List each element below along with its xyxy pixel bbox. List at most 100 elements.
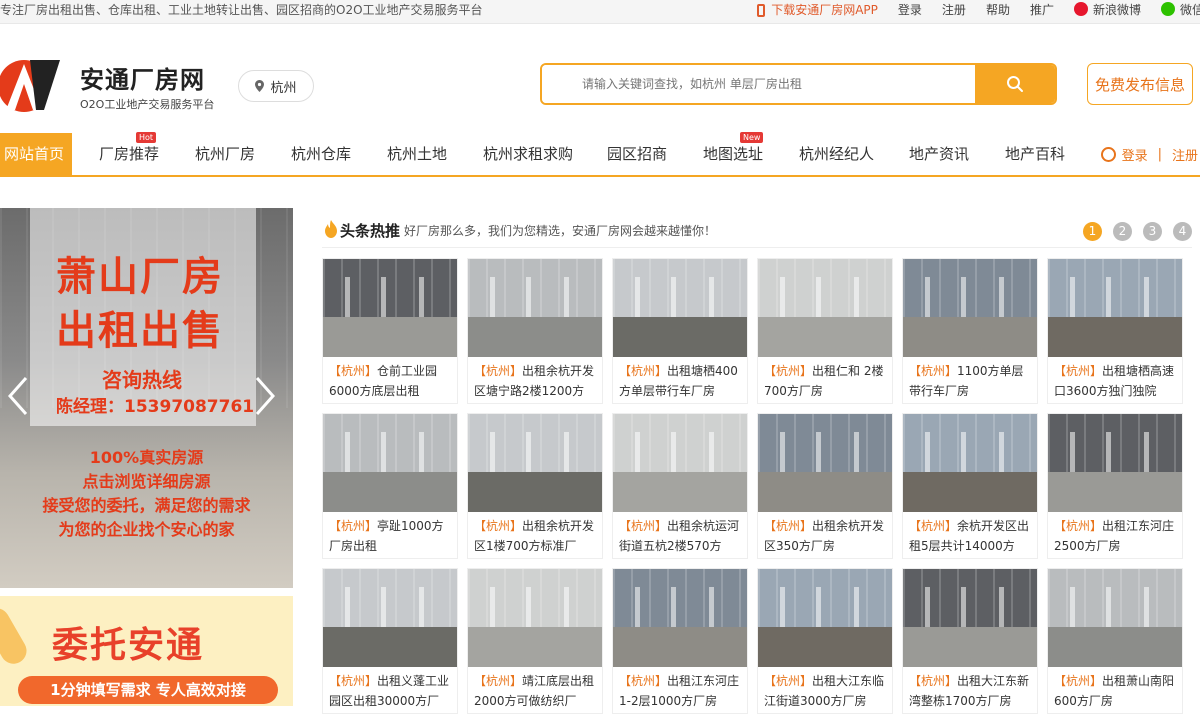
promote-link[interactable]: 推广 [1030, 0, 1054, 20]
listing-photo[interactable] [613, 259, 747, 357]
nav-register-link[interactable]: 注册 [1172, 145, 1198, 164]
listing-photo[interactable] [1048, 414, 1182, 512]
banner-prev-icon[interactable] [6, 376, 30, 416]
listing-title[interactable]: 【杭州】仓前工业园6000方底层出租 [329, 361, 455, 403]
page-4[interactable]: 4 [1173, 222, 1192, 241]
listing-photo[interactable] [323, 569, 457, 667]
page-1[interactable]: 1 [1083, 222, 1102, 241]
listing-photo[interactable] [613, 414, 747, 512]
listing-card[interactable]: 【杭州】出租余杭开发区塘宁路2楼1200方 [467, 258, 603, 404]
page-3[interactable]: 3 [1143, 222, 1162, 241]
publish-button[interactable]: 免费发布信息 [1087, 63, 1193, 105]
photo-ceiling [613, 569, 747, 627]
listing-title[interactable]: 【杭州】出租余杭开发区塘宁路2楼1200方 [474, 361, 600, 403]
city-selector[interactable]: 杭州 [238, 70, 314, 102]
listing-card[interactable]: 【杭州】出租塘栖高速口3600方独门独院 [1047, 258, 1183, 404]
search-button[interactable] [975, 65, 1055, 103]
listing-card[interactable]: 【杭州】仓前工业园6000方底层出租 [322, 258, 458, 404]
listing-card[interactable]: 【杭州】余杭开发区出租5层共计14000方 [902, 413, 1038, 559]
photo-column [381, 587, 386, 627]
photo-column [490, 587, 495, 627]
search-input[interactable] [542, 65, 978, 103]
listing-card[interactable]: 【杭州】出租萧山南阳600方厂房 [1047, 568, 1183, 714]
nav-news[interactable]: 地产资讯 [909, 133, 969, 175]
nav-agents[interactable]: 杭州经纪人 [799, 133, 874, 175]
weibo-icon [1073, 2, 1088, 16]
listing-title[interactable]: 【杭州】1100方单层带行车厂房 [909, 361, 1035, 403]
listing-title[interactable]: 【杭州】出租大江东新湾整栋1700方厂房 [909, 671, 1035, 713]
photo-floor [903, 472, 1037, 512]
listing-title[interactable]: 【杭州】出租义蓬工业园区出租30000方厂 [329, 671, 455, 713]
listing-title[interactable]: 【杭州】出租仁和 2楼700方厂房 [764, 361, 890, 403]
entrust-promo[interactable]: 委托安通 1分钟填写需求 专人高效对接 [0, 596, 293, 706]
listing-title[interactable]: 【杭州】出租江东河庄2500方厂房 [1054, 516, 1180, 558]
nav-factory[interactable]: 杭州厂房 [195, 133, 255, 175]
help-link[interactable]: 帮助 [986, 0, 1010, 20]
listing-photo[interactable] [758, 569, 892, 667]
listing-card[interactable]: 【杭州】出租大江东临江街道3000方厂房 [757, 568, 893, 714]
photo-floor [323, 627, 457, 667]
listing-photo[interactable] [1048, 569, 1182, 667]
listing-card[interactable]: 【杭州】出租大江东新湾整栋1700方厂房 [902, 568, 1038, 714]
nav-wiki[interactable]: 地产百科 [1005, 133, 1065, 175]
top-register-link[interactable]: 注册 [942, 0, 966, 20]
listing-title[interactable]: 【杭州】亭趾1000方厂房出租 [329, 516, 455, 558]
listing-title[interactable]: 【杭州】出租余杭开发区350方厂房 [764, 516, 890, 558]
listing-card[interactable]: 【杭州】出租江东河庄1-2层1000方厂房 [612, 568, 748, 714]
listing-photo[interactable] [903, 259, 1037, 357]
photo-column [635, 587, 640, 627]
listing-photo[interactable] [323, 259, 457, 357]
nav-recommend[interactable]: 厂房推荐 Hot [99, 132, 159, 175]
listing-title[interactable]: 【杭州】出租塘栖高速口3600方独门独院 [1054, 361, 1180, 403]
listing-photo[interactable] [468, 569, 602, 667]
nav-home[interactable]: 网站首页 [0, 133, 73, 175]
listing-card[interactable]: 【杭州】出租余杭开发区350方厂房 [757, 413, 893, 559]
listing-card[interactable]: 【杭州】1100方单层带行车厂房 [902, 258, 1038, 404]
photo-floor [323, 472, 457, 512]
listing-card[interactable]: 【杭州】亭趾1000方厂房出租 [322, 413, 458, 559]
listing-card[interactable]: 【杭州】出租仁和 2楼700方厂房 [757, 258, 893, 404]
app-download-link[interactable]: 下载安通厂房网APP [757, 0, 878, 20]
listing-title[interactable]: 【杭州】出租江东河庄1-2层1000方厂房 [619, 671, 745, 713]
listing-photo[interactable] [903, 569, 1037, 667]
listing-photo[interactable] [468, 414, 602, 512]
listing-title[interactable]: 【杭州】余杭开发区出租5层共计14000方 [909, 516, 1035, 558]
listing-title[interactable]: 【杭州】出租萧山南阳600方厂房 [1054, 671, 1180, 713]
listing-title[interactable]: 【杭州】出租余杭运河街道五杭2楼570方 [619, 516, 745, 558]
nav-login-area: 登录 | 注册 [1100, 133, 1200, 175]
listing-card[interactable]: 【杭州】出租余杭运河街道五杭2楼570方 [612, 413, 748, 559]
photo-column [671, 277, 676, 317]
listing-photo[interactable] [1048, 259, 1182, 357]
listing-photo[interactable] [903, 414, 1037, 512]
listing-title[interactable]: 【杭州】出租余杭开发区1楼700方标准厂 [474, 516, 600, 558]
nav-land[interactable]: 杭州土地 [387, 133, 447, 175]
top-login-link[interactable]: 登录 [898, 0, 922, 20]
listing-card[interactable]: 【杭州】出租塘栖400方单层带行车厂房 [612, 258, 748, 404]
listing-card[interactable]: 【杭州】出租义蓬工业园区出租30000方厂 [322, 568, 458, 714]
site-logo[interactable] [0, 56, 70, 112]
nav-login-link[interactable]: 登录 [1122, 145, 1148, 164]
nav-wanted[interactable]: 杭州求租求购 [483, 133, 573, 175]
listing-photo[interactable] [758, 414, 892, 512]
listing-photo[interactable] [323, 414, 457, 512]
banner-next-icon[interactable] [253, 376, 277, 416]
listing-title[interactable]: 【杭州】靖江底层出租2000方可做纺织厂 [474, 671, 600, 713]
listing-title[interactable]: 【杭州】出租塘栖400方单层带行车厂房 [619, 361, 745, 403]
listing-photo[interactable] [758, 259, 892, 357]
wechat-link[interactable]: 微信 [1160, 0, 1200, 20]
listing-card[interactable]: 【杭州】出租余杭开发区1楼700方标准厂 [467, 413, 603, 559]
page-2[interactable]: 2 [1113, 222, 1132, 241]
photo-ceiling [323, 569, 457, 627]
weibo-link[interactable]: 新浪微博 [1073, 0, 1141, 20]
photo-column [961, 277, 966, 317]
listing-card[interactable]: 【杭州】靖江底层出租2000方可做纺织厂 [467, 568, 603, 714]
listing-photo[interactable] [468, 259, 602, 357]
nav-map[interactable]: 地图选址 New [703, 132, 764, 175]
listing-card[interactable]: 【杭州】出租江东河庄2500方厂房 [1047, 413, 1183, 559]
listing-title[interactable]: 【杭州】出租大江东临江街道3000方厂房 [764, 671, 890, 713]
listing-photo[interactable] [613, 569, 747, 667]
banner-carousel[interactable]: 萧山厂房 出租出售 咨询热线 陈经理：15397087761 100%真实房源 … [0, 208, 293, 588]
nav-warehouse[interactable]: 杭州仓库 [291, 133, 351, 175]
main-nav: 网站首页 厂房推荐 Hot 杭州厂房 杭州仓库 杭州土地 杭州求租求购 园区招商… [0, 132, 1200, 177]
nav-park[interactable]: 园区招商 [607, 133, 667, 175]
